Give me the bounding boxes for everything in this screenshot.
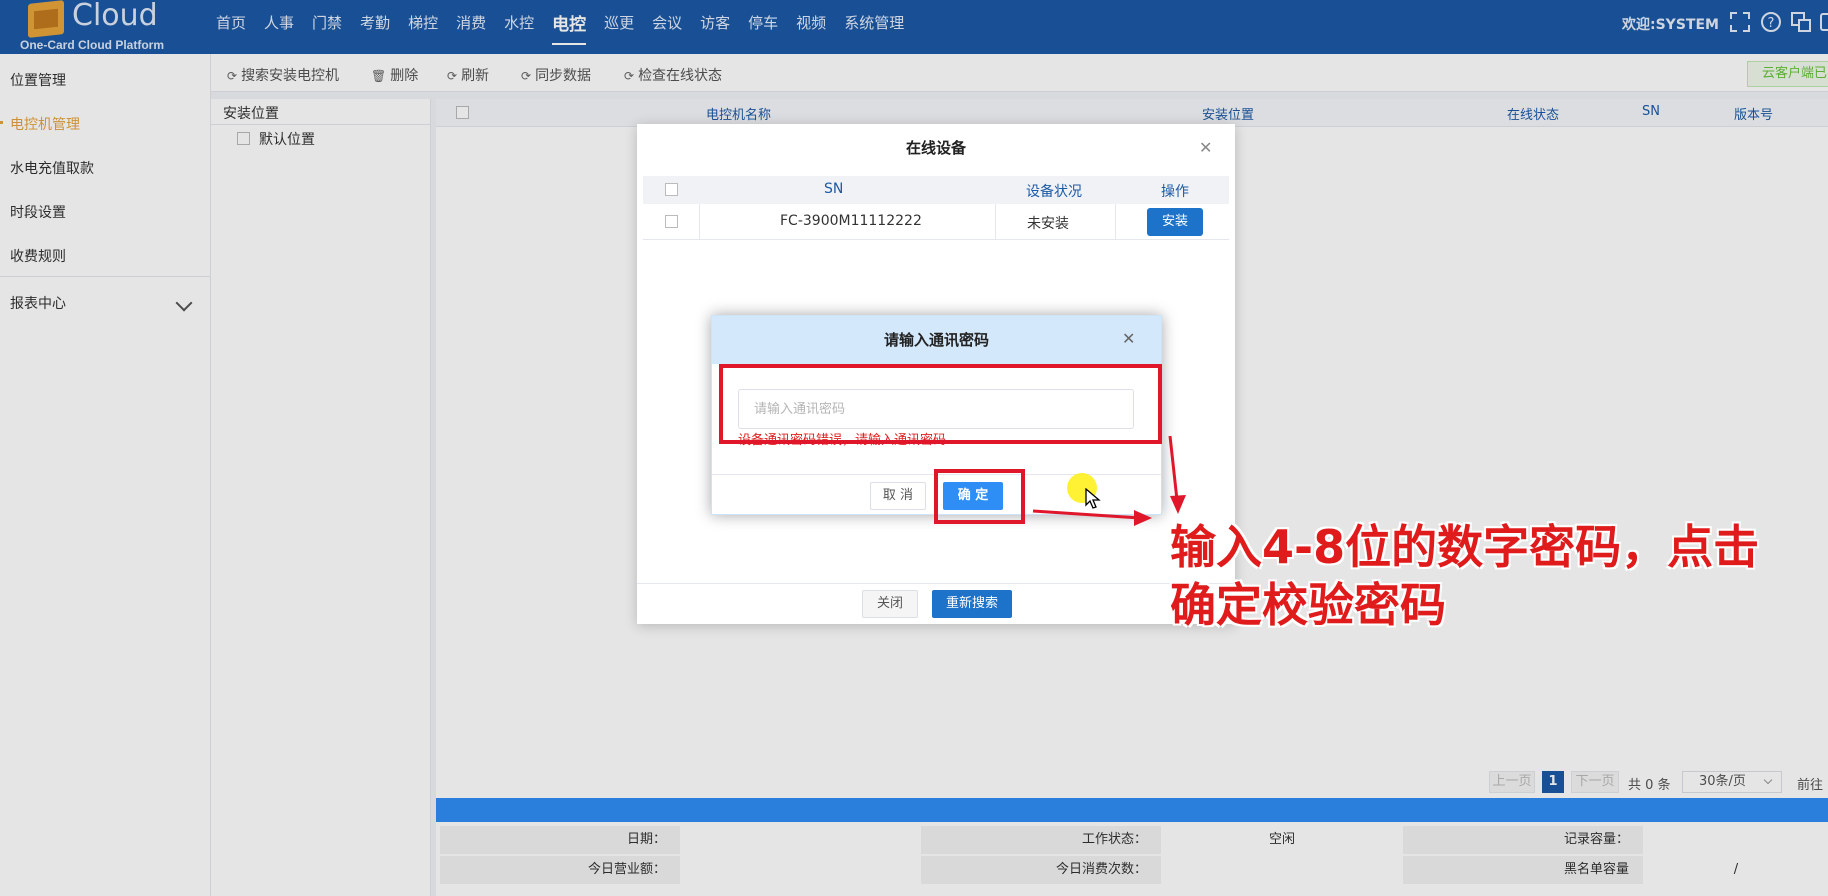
mouse-cursor-icon bbox=[1085, 487, 1101, 514]
col-device-status: 设备状况 bbox=[1026, 184, 1082, 200]
annotation-line-2: 确定校验密码 bbox=[1170, 578, 1446, 632]
online-select-all-checkbox[interactable] bbox=[665, 183, 678, 196]
col-sn: SN bbox=[824, 181, 844, 197]
confirm-highlight-box bbox=[934, 469, 1025, 524]
row-sn: FC-3900M11112222 bbox=[780, 213, 922, 229]
close-button[interactable]: 关闭 bbox=[862, 590, 918, 618]
online-table-header: SN 设备状况 操作 bbox=[643, 176, 1229, 204]
column-divider bbox=[995, 204, 996, 240]
close-icon[interactable]: ✕ bbox=[1199, 138, 1212, 157]
online-dialog-title: 在线设备 bbox=[905, 139, 966, 157]
col-action: 操作 bbox=[1161, 184, 1189, 200]
row-status: 未安装 bbox=[1027, 216, 1069, 232]
column-divider bbox=[1115, 204, 1116, 240]
dialog-footer-divider bbox=[637, 583, 1235, 584]
input-highlight-box bbox=[719, 364, 1162, 444]
row-checkbox[interactable] bbox=[665, 215, 678, 228]
cancel-button[interactable]: 取 消 bbox=[870, 482, 926, 510]
install-button[interactable]: 安装 bbox=[1147, 208, 1203, 236]
annotation-line-1: 输入4-8位的数字密码，点击 bbox=[1170, 520, 1760, 574]
table-row: FC-3900M11112222 未安装 安装 bbox=[643, 204, 1229, 240]
column-divider bbox=[699, 204, 700, 240]
research-button[interactable]: 重新搜索 bbox=[932, 590, 1012, 618]
password-dialog-title: 请输入通讯密码 bbox=[883, 331, 989, 349]
instruction-annotation: 输入4-8位的数字密码，点击 确定校验密码 bbox=[1170, 518, 1790, 634]
close-icon[interactable]: ✕ bbox=[1122, 329, 1135, 348]
